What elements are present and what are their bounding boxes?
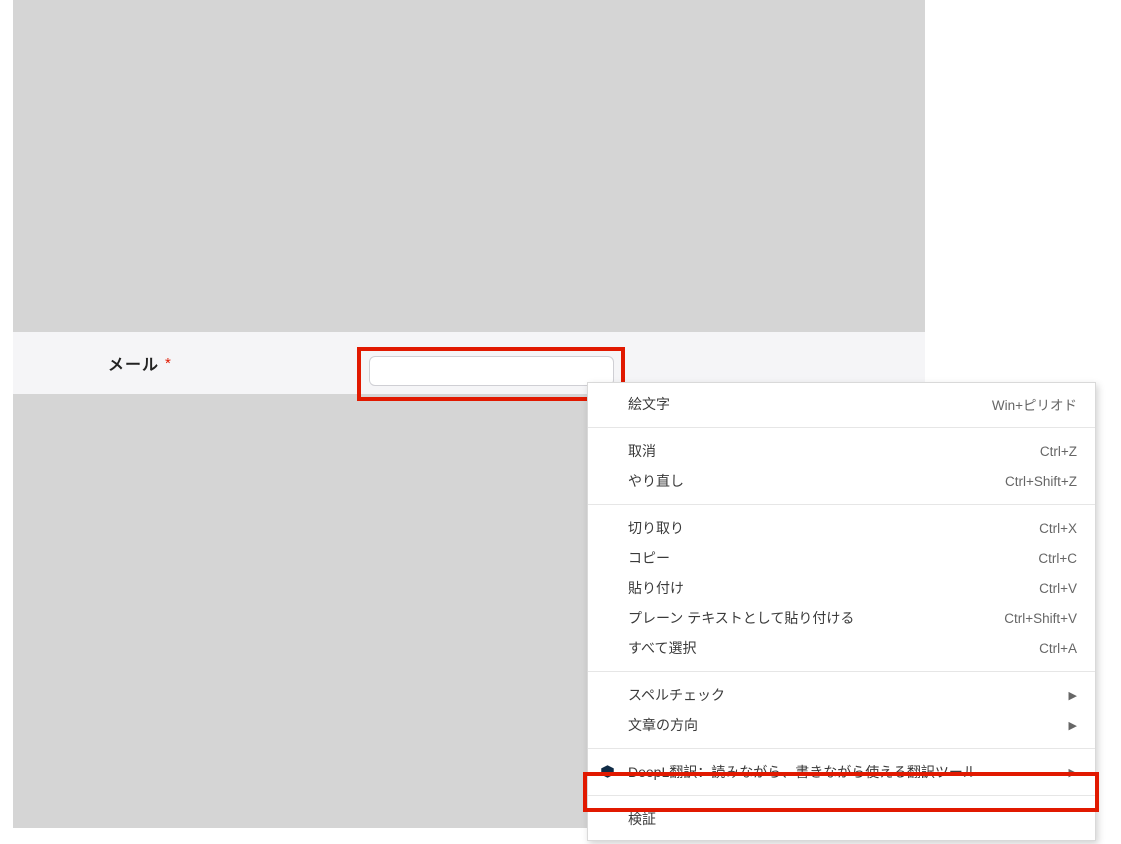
menu-separator bbox=[588, 427, 1095, 428]
menu-item-select-all[interactable]: すべて選択 Ctrl+A bbox=[588, 633, 1095, 663]
menu-item-shortcut: Ctrl+A bbox=[1039, 641, 1077, 656]
menu-item-label: やり直し bbox=[628, 471, 684, 491]
menu-item-label: 絵文字 bbox=[628, 394, 670, 414]
menu-item-cut[interactable]: 切り取り Ctrl+X bbox=[588, 513, 1095, 543]
context-menu: 絵文字 Win+ピリオド 取消 Ctrl+Z やり直し Ctrl+Shift+Z… bbox=[587, 382, 1096, 841]
menu-item-label: 切り取り bbox=[628, 518, 684, 538]
menu-separator bbox=[588, 671, 1095, 672]
menu-item-label: コピー bbox=[628, 548, 670, 568]
menu-item-inspect[interactable]: 検証 bbox=[588, 804, 1095, 834]
placeholder-panel-top bbox=[13, 0, 925, 332]
email-input[interactable] bbox=[369, 356, 614, 386]
menu-item-label: スペルチェック bbox=[628, 685, 725, 705]
menu-item-text-direction[interactable]: 文章の方向 ▶ bbox=[588, 710, 1095, 740]
menu-item-shortcut: Ctrl+Z bbox=[1040, 444, 1077, 459]
menu-item-shortcut: Ctrl+Shift+Z bbox=[1005, 474, 1077, 489]
menu-item-shortcut: Ctrl+Shift+V bbox=[1004, 611, 1077, 626]
menu-item-spellcheck[interactable]: スペルチェック ▶ bbox=[588, 680, 1095, 710]
submenu-arrow-icon: ▶ bbox=[1057, 766, 1077, 779]
submenu-arrow-icon: ▶ bbox=[1057, 689, 1077, 702]
required-asterisk: * bbox=[165, 355, 172, 372]
menu-item-copy[interactable]: コピー Ctrl+C bbox=[588, 543, 1095, 573]
menu-item-paste[interactable]: 貼り付け Ctrl+V bbox=[588, 573, 1095, 603]
menu-item-redo[interactable]: やり直し Ctrl+Shift+Z bbox=[588, 466, 1095, 496]
menu-item-shortcut: Ctrl+C bbox=[1038, 551, 1077, 566]
menu-item-label: 検証 bbox=[628, 809, 656, 829]
menu-item-label: 文章の方向 bbox=[628, 715, 698, 735]
menu-item-label: すべて選択 bbox=[628, 638, 696, 658]
menu-separator bbox=[588, 748, 1095, 749]
menu-item-deepl[interactable]: DeepL翻訳：読みながら、書きながら使える翻訳ツール ▶ bbox=[588, 757, 1095, 787]
menu-item-label: 貼り付け bbox=[628, 578, 684, 598]
menu-item-label: DeepL翻訳：読みながら、書きながら使える翻訳ツール bbox=[628, 762, 977, 782]
menu-item-shortcut: Win+ピリオド bbox=[992, 394, 1077, 414]
email-field-label: メール * bbox=[108, 351, 172, 375]
menu-separator bbox=[588, 504, 1095, 505]
menu-item-shortcut: Ctrl+V bbox=[1039, 581, 1077, 596]
deepl-icon bbox=[600, 764, 616, 780]
menu-item-label: 取消 bbox=[628, 441, 656, 461]
menu-item-undo[interactable]: 取消 Ctrl+Z bbox=[588, 436, 1095, 466]
email-label-text: メール bbox=[108, 351, 159, 375]
menu-item-paste-plain[interactable]: プレーン テキストとして貼り付ける Ctrl+Shift+V bbox=[588, 603, 1095, 633]
menu-separator bbox=[588, 795, 1095, 796]
submenu-arrow-icon: ▶ bbox=[1057, 719, 1077, 732]
menu-item-shortcut: Ctrl+X bbox=[1039, 521, 1077, 536]
menu-item-label: プレーン テキストとして貼り付ける bbox=[628, 608, 854, 628]
menu-item-emoji[interactable]: 絵文字 Win+ピリオド bbox=[588, 389, 1095, 419]
